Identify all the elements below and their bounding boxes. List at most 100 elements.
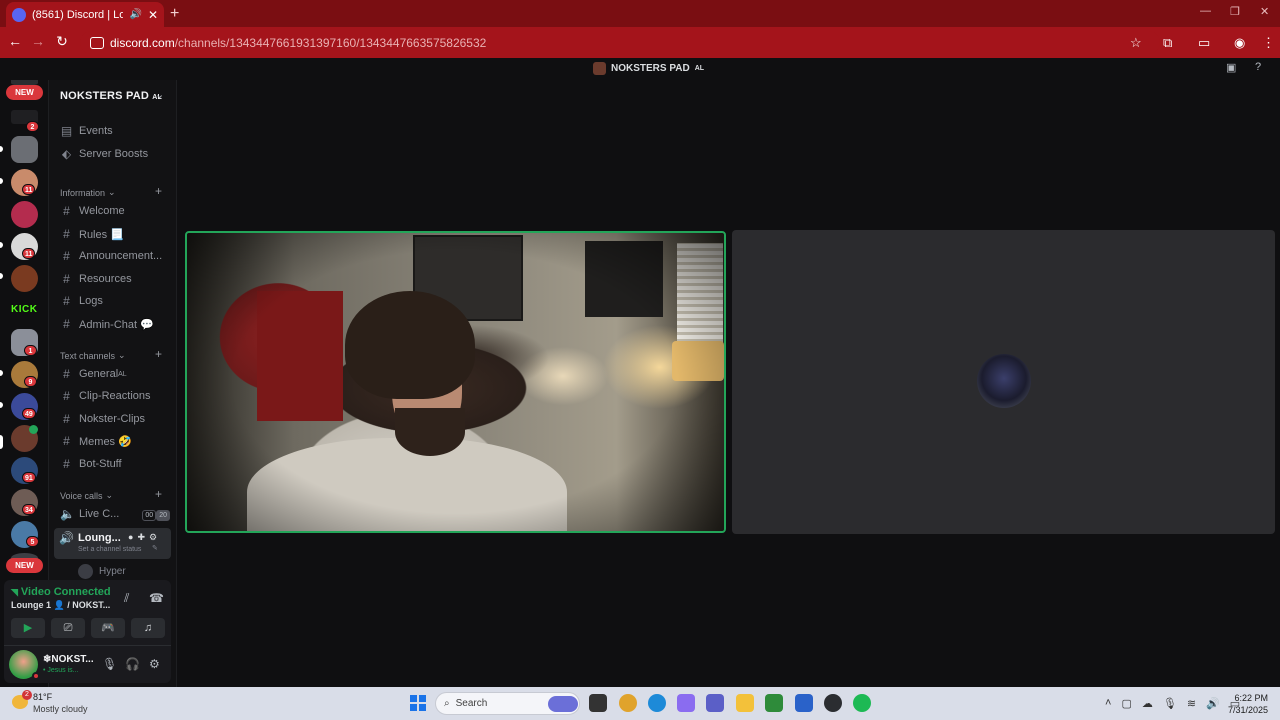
file-explorer-icon[interactable] — [736, 694, 754, 712]
browser-tab-discord[interactable]: (8561) Discord | Lounge 1 🔊 ✕ — [6, 2, 164, 27]
hash-icon: # — [63, 457, 70, 471]
server-name-button[interactable]: NOKSTERS PAD AL — [60, 90, 162, 102]
chrome-icon[interactable] — [619, 694, 637, 712]
header-server-title: NOKSTERS PAD AL — [593, 62, 704, 75]
inbox-icon[interactable]: ▣ — [1226, 61, 1236, 74]
edge-icon[interactable] — [648, 694, 666, 712]
profile-icon[interactable]: ◉ — [1234, 35, 1245, 51]
channel-welcome[interactable]: # Welcome — [60, 202, 125, 220]
set-channel-status[interactable]: Set a channel status — [78, 546, 141, 553]
extensions-icon[interactable]: ⧉ — [1163, 35, 1172, 51]
wifi-icon[interactable]: ≋ — [1187, 697, 1196, 710]
kick-server-icon[interactable]: KICK — [11, 304, 37, 315]
headphones-icon[interactable]: 🎧 — [125, 657, 140, 671]
soundboard-button[interactable]: ♫ — [131, 618, 165, 638]
copilot-icon[interactable] — [677, 694, 695, 712]
channel-memes[interactable]: # Memes 🤣 — [60, 432, 132, 450]
forward-icon[interactable]: → — [28, 33, 48, 49]
new-unreads-pill[interactable]: NEW — [6, 85, 43, 100]
user-settings-gear-icon[interactable]: ⚙ — [149, 657, 160, 671]
audio-playing-icon[interactable]: 🔊 — [129, 9, 141, 20]
menu-dots-icon[interactable]: ⋮ — [1262, 35, 1275, 51]
channel-announcements[interactable]: # Announcement... — [60, 247, 162, 265]
speaker-icon: 🔈 — [60, 507, 75, 521]
reload-icon[interactable]: ↻ — [52, 33, 72, 50]
minimize-icon[interactable]: — — [1200, 5, 1211, 17]
stage-icon: 👤 — [53, 600, 65, 610]
voice-status[interactable]: ◥ Video Connected — [11, 586, 111, 598]
discord-taskbar-icon[interactable] — [824, 694, 842, 712]
hash-icon: # — [63, 367, 70, 381]
activities-button[interactable]: 🎮 — [91, 618, 125, 638]
address-bar[interactable]: discord.com /channels/134344766193139716… — [80, 31, 1160, 54]
category-text-channels[interactable]: Text channels ⌄ — [60, 350, 126, 361]
invite-icon[interactable]: ✚ — [137, 532, 145, 543]
unread-indicator — [0, 273, 3, 279]
restore-icon[interactable]: ❐ — [1230, 5, 1240, 18]
channel-nokster-clips[interactable]: # Nokster-Clips — [60, 410, 145, 428]
noise-suppression-icon[interactable]: ⫽ — [124, 591, 129, 606]
back-icon[interactable]: ← — [5, 33, 25, 49]
avatar — [977, 354, 1031, 408]
voice-channel-live[interactable]: 🔈 Live C... 00 20 — [60, 505, 170, 523]
voice-channel-lounge[interactable]: 🔊 Loung... ● ✚ ⚙ Set a channel status ✎ — [54, 528, 171, 559]
gear-icon[interactable]: ⚙ — [149, 532, 157, 543]
add-channel-icon[interactable]: + — [155, 347, 162, 361]
voice-member-hyper[interactable]: Hyper — [78, 564, 126, 579]
add-channel-icon[interactable]: + — [155, 184, 162, 198]
task-view-icon[interactable] — [589, 694, 607, 712]
voice-active-icon — [29, 425, 38, 434]
add-channel-icon[interactable]: + — [155, 487, 162, 501]
signal-icon: ◥ — [11, 586, 18, 597]
url-path: /channels/1343447661931397160/1343447663… — [174, 35, 487, 50]
microphone-icon[interactable]: 🎙 — [102, 657, 117, 671]
bookmark-star-icon[interactable]: ☆ — [1130, 35, 1142, 51]
teams-icon[interactable] — [706, 694, 724, 712]
taskbar-clock[interactable]: 6:22 PM 7/31/2025 — [1226, 692, 1268, 716]
cloud-icon[interactable]: ☁ — [1142, 697, 1153, 710]
chevron-down-icon: ⌄ — [108, 187, 116, 197]
help-icon[interactable]: ? — [1255, 61, 1261, 73]
show-hidden-icons-icon[interactable]: ˄ — [1105, 697, 1111, 710]
mention-badge: 11 — [22, 248, 36, 259]
tray-app-icon[interactable]: ▢ — [1121, 697, 1131, 710]
new-tab-icon[interactable]: + — [170, 5, 179, 23]
channel-admin-chat[interactable]: # Admin-Chat 💬 — [60, 315, 154, 333]
volume-icon[interactable]: 🔊 — [1206, 697, 1220, 710]
channel-bot-stuff[interactable]: # Bot-Stuff — [60, 455, 121, 473]
new-unreads-pill[interactable]: NEW — [6, 558, 43, 573]
channel-clip-reactions[interactable]: # Clip-Reactions — [60, 387, 150, 405]
taskbar-search[interactable]: ⌕ Search — [435, 692, 580, 715]
avatar — [78, 564, 93, 579]
chat-bubble-icon[interactable]: ● — [128, 532, 133, 543]
site-info-icon[interactable] — [90, 36, 104, 49]
store-icon[interactable] — [795, 694, 813, 712]
mic-tray-icon[interactable]: 🎙 — [1163, 697, 1177, 710]
sidebar-item-events[interactable]: ▤ Events — [60, 122, 113, 140]
voice-location[interactable]: Lounge 1 👤 / NOKST... — [11, 600, 110, 611]
close-window-icon[interactable]: ✕ — [1260, 5, 1269, 18]
server-icon[interactable] — [11, 136, 38, 163]
camera-button[interactable]: ▶ — [11, 618, 45, 638]
server-icon[interactable] — [11, 265, 38, 292]
category-information[interactable]: Information ⌄ — [60, 187, 116, 198]
close-tab-icon[interactable]: ✕ — [148, 8, 158, 22]
video-tile-camera[interactable] — [185, 231, 726, 533]
weather-badge: 2 — [22, 690, 32, 700]
xbox-icon[interactable] — [765, 694, 783, 712]
search-highlight-icon — [548, 696, 578, 712]
channel-general[interactable]: # General AL — [60, 365, 127, 383]
channel-rules[interactable]: # Rules 📃 — [60, 225, 124, 243]
server-icon[interactable] — [11, 201, 38, 228]
video-tile-avatar[interactable] — [732, 230, 1275, 534]
cast-icon[interactable]: ▭ — [1198, 35, 1210, 51]
channel-logs[interactable]: # Logs — [60, 292, 103, 310]
windows-start-icon[interactable] — [410, 695, 426, 711]
sidebar-item-server-boosts[interactable]: ⬖ Server Boosts — [60, 145, 148, 163]
chevron-down-icon[interactable]: ⌄ — [155, 88, 164, 101]
disconnect-icon[interactable]: ☎ — [149, 591, 164, 605]
screen-share-button[interactable]: ⎚ — [51, 618, 85, 638]
channel-resources[interactable]: # Resources — [60, 270, 131, 288]
spotify-icon[interactable] — [853, 694, 871, 712]
category-voice-calls[interactable]: Voice calls ⌄ — [60, 490, 113, 501]
